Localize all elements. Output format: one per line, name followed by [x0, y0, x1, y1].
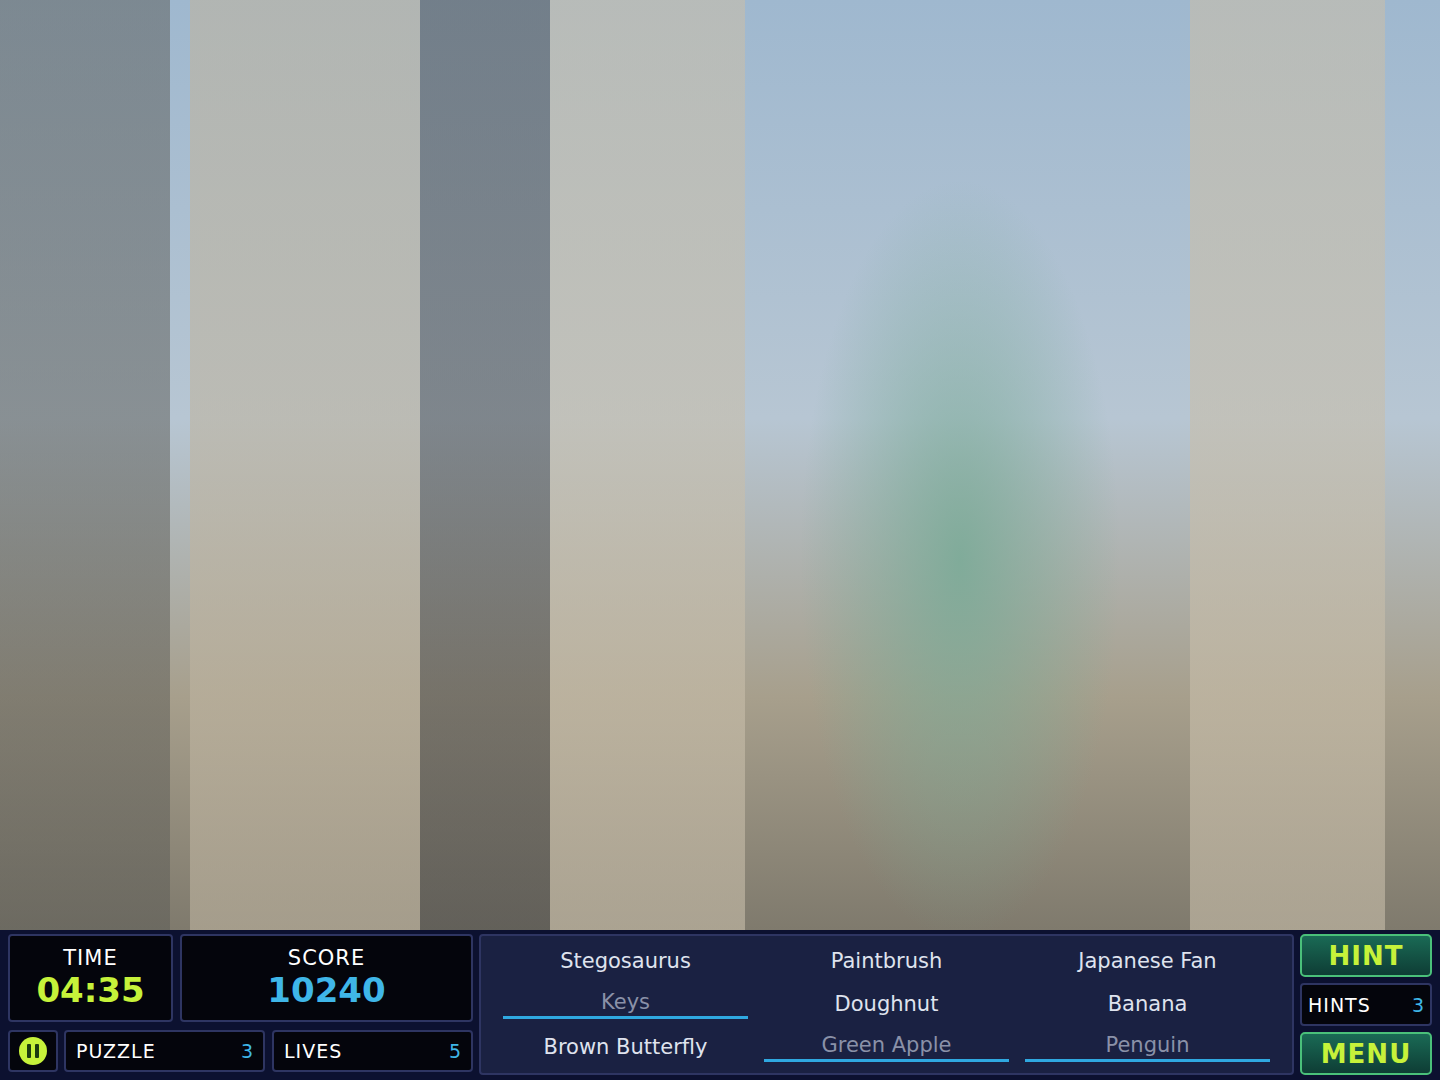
- item-entry[interactable]: Stegosaurus: [495, 940, 756, 983]
- item-name: Penguin: [1106, 1033, 1190, 1057]
- lives-label: LIVES: [284, 1040, 342, 1062]
- hints-box: HINTS 3: [1300, 983, 1432, 1026]
- item-name: Japanese Fan: [1078, 949, 1216, 973]
- puzzle-box: PUZZLE 3: [64, 1030, 265, 1072]
- found-mark: [503, 1016, 748, 1019]
- item-name: Brown Butterfly: [544, 1035, 708, 1059]
- puzzle-value: 3: [241, 1040, 253, 1062]
- pause-button[interactable]: [8, 1030, 58, 1072]
- found-mark: [764, 1059, 1009, 1062]
- time-label: TIME: [63, 946, 117, 970]
- hints-label: HINTS: [1308, 994, 1371, 1016]
- item-entry[interactable]: Banana: [1017, 983, 1278, 1026]
- scene-photo[interactable]: [0, 0, 1440, 930]
- item-entry[interactable]: Penguin: [1017, 1026, 1278, 1069]
- item-name: Green Apple: [821, 1033, 951, 1057]
- item-entry[interactable]: Keys: [495, 983, 756, 1026]
- found-mark: [1025, 1059, 1270, 1062]
- item-name: Doughnut: [835, 992, 939, 1016]
- item-entry[interactable]: Japanese Fan: [1017, 940, 1278, 983]
- score-label: SCORE: [288, 946, 365, 970]
- lives-value: 5: [449, 1040, 461, 1062]
- item-name: Banana: [1108, 992, 1188, 1016]
- item-name: Stegosaurus: [560, 949, 691, 973]
- controls-panel: HINT HINTS 3 MENU: [1300, 934, 1432, 1075]
- puzzle-label: PUZZLE: [76, 1040, 156, 1062]
- item-entry[interactable]: Brown Butterfly: [495, 1026, 756, 1069]
- lives-box: LIVES 5: [272, 1030, 473, 1072]
- pause-icon: [18, 1036, 48, 1066]
- item-name: Keys: [601, 990, 650, 1014]
- stats-panel: TIME04:35SCORE10240PUZZLE3LIVES5: [8, 934, 473, 1075]
- menu-button[interactable]: MENU: [1300, 1032, 1432, 1075]
- hint-button[interactable]: HINT: [1300, 934, 1432, 977]
- hints-value: 3: [1412, 994, 1424, 1016]
- time-value: 04:35: [36, 972, 144, 1009]
- item-entry[interactable]: Green Apple: [756, 1026, 1017, 1069]
- time-box: TIME04:35: [8, 934, 173, 1022]
- item-entry[interactable]: Doughnut: [756, 983, 1017, 1026]
- score-value: 10240: [267, 972, 385, 1009]
- hud-bar: TIME04:35SCORE10240PUZZLE3LIVES5Stegosau…: [0, 930, 1440, 1080]
- game-screen: TIME04:35SCORE10240PUZZLE3LIVES5Stegosau…: [0, 0, 1440, 1080]
- item-list: Stegosaurus Paintbrush Japanese Fan Keys Dou…: [479, 934, 1294, 1075]
- score-box: SCORE10240: [180, 934, 473, 1022]
- item-entry[interactable]: Paintbrush: [756, 940, 1017, 983]
- item-name: Paintbrush: [831, 949, 943, 973]
